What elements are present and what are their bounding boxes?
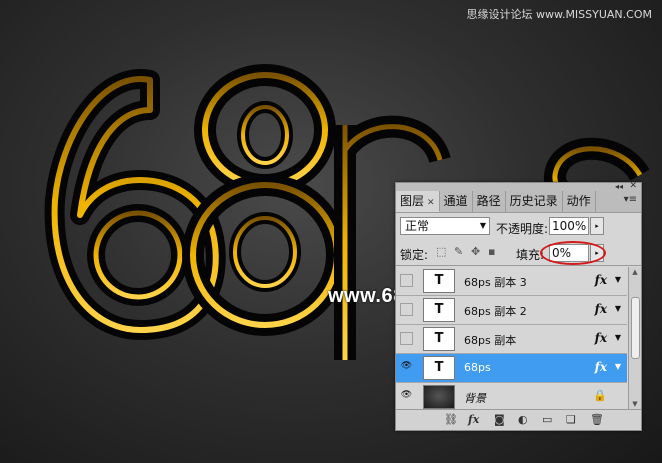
eye-icon[interactable]: 👁 bbox=[400, 390, 413, 403]
text-layer-thumbnail: T bbox=[423, 298, 455, 322]
expand-effects-icon[interactable]: ▼ bbox=[615, 304, 621, 313]
collapse-icon[interactable]: ◂◂ bbox=[615, 182, 623, 191]
expand-effects-icon[interactable]: ▼ bbox=[615, 333, 621, 342]
opacity-field[interactable]: 100% bbox=[549, 217, 589, 235]
fx-icon[interactable]: fx bbox=[595, 331, 607, 345]
layer-name: 68ps 副本 2 bbox=[464, 305, 527, 318]
blend-mode-select[interactable]: 正常 ▼ bbox=[400, 217, 490, 235]
fx-icon[interactable]: fx bbox=[595, 360, 607, 374]
tab-close-icon[interactable]: ✕ bbox=[427, 198, 435, 208]
layer-name: 68ps 副本 bbox=[464, 334, 517, 347]
text-layer-thumbnail: T bbox=[423, 269, 455, 293]
lock-label: 锁定: bbox=[400, 248, 429, 262]
layer-list: T 68ps 副本 3 fx ▼ T 68ps 副本 2 fx ▼ T 68ps… bbox=[396, 267, 627, 409]
panel-footer: ⛓ fx ◙ ◐ ▭ ❏ 🗑 bbox=[396, 409, 641, 430]
layers-panel: ◂◂ ✕ 图层 ✕ 通道 路径 历史记录 动作 ▾≡ 正常 ▼ 不透明度: 100%… bbox=[395, 181, 642, 431]
text-layer-thumbnail: T bbox=[423, 327, 455, 351]
annotation-circle bbox=[540, 241, 606, 265]
layer-scrollbar[interactable]: ▲ ▼ bbox=[628, 267, 641, 409]
scroll-up-icon[interactable]: ▲ bbox=[629, 267, 641, 277]
scroll-thumb[interactable] bbox=[631, 297, 640, 359]
opacity-label: 不透明度: bbox=[496, 222, 549, 236]
scroll-down-icon[interactable]: ▼ bbox=[629, 399, 641, 409]
link-layers-icon[interactable]: ⛓ bbox=[444, 413, 458, 426]
lock-position-icon[interactable]: ✥ bbox=[471, 245, 480, 258]
layer-row-68ps[interactable]: 👁 T 68ps fx ▼ bbox=[396, 354, 627, 383]
opacity-slider-button[interactable]: ▸ bbox=[590, 217, 604, 235]
adjustment-layer-icon[interactable]: ◐ bbox=[518, 413, 528, 426]
layer-row-copy2[interactable]: T 68ps 副本 2 fx ▼ bbox=[396, 296, 627, 325]
chevron-down-icon: ▼ bbox=[479, 221, 486, 230]
lock-transparency-icon[interactable]: ⬚ bbox=[436, 245, 446, 258]
fx-icon[interactable]: fx bbox=[595, 302, 607, 316]
expand-effects-icon[interactable]: ▼ bbox=[615, 362, 621, 371]
panel-menu-icon[interactable]: ▾≡ bbox=[624, 194, 637, 205]
visibility-toggle[interactable] bbox=[400, 303, 413, 316]
tab-history[interactable]: 历史记录 bbox=[506, 191, 563, 212]
tab-paths[interactable]: 路径 bbox=[473, 191, 506, 212]
text-layer-thumbnail: T bbox=[423, 356, 455, 380]
tab-channels[interactable]: 通道 bbox=[440, 191, 473, 212]
new-group-icon[interactable]: ▭ bbox=[542, 413, 552, 426]
lock-icon: 🔒 bbox=[593, 389, 607, 402]
panel-header-bar[interactable]: ◂◂ ✕ bbox=[396, 181, 641, 191]
add-style-icon[interactable]: fx bbox=[468, 413, 479, 426]
expand-effects-icon[interactable]: ▼ bbox=[615, 275, 621, 284]
tab-actions[interactable]: 动作 bbox=[563, 191, 596, 212]
add-mask-icon[interactable]: ◙ bbox=[494, 413, 505, 426]
panel-tabs: 图层 ✕ 通道 路径 历史记录 动作 ▾≡ bbox=[396, 191, 641, 213]
visibility-toggle[interactable] bbox=[400, 274, 413, 287]
lock-all-icon[interactable]: ▪ bbox=[488, 245, 495, 258]
delete-layer-icon[interactable]: 🗑 bbox=[590, 413, 604, 426]
layer-row-copy[interactable]: T 68ps 副本 fx ▼ bbox=[396, 325, 627, 354]
close-icon[interactable]: ✕ bbox=[629, 181, 637, 191]
lock-pixels-icon[interactable]: ✎ bbox=[454, 245, 463, 258]
tab-layers[interactable]: 图层 ✕ bbox=[396, 191, 440, 212]
fx-icon[interactable]: fx bbox=[595, 273, 607, 287]
layer-name: 68ps 副本 3 bbox=[464, 276, 527, 289]
layer-row-background[interactable]: 👁 背景 🔒 bbox=[396, 383, 627, 409]
layer-name: 68ps bbox=[464, 361, 491, 374]
visibility-toggle[interactable] bbox=[400, 332, 413, 345]
new-layer-icon[interactable]: ❏ bbox=[566, 413, 576, 426]
eye-icon[interactable]: 👁 bbox=[400, 361, 413, 374]
layer-name: 背景 bbox=[464, 392, 486, 405]
background-thumbnail bbox=[423, 385, 455, 409]
layer-row-copy3[interactable]: T 68ps 副本 3 fx ▼ bbox=[396, 267, 627, 296]
